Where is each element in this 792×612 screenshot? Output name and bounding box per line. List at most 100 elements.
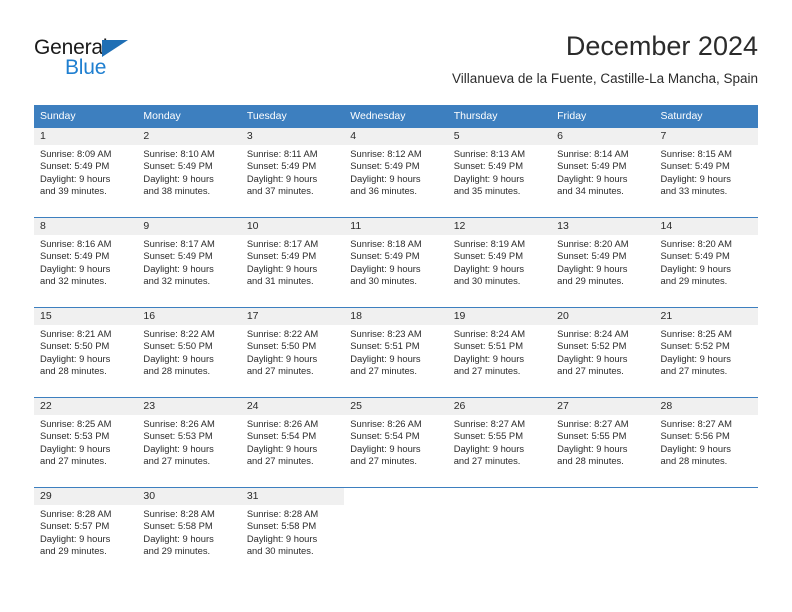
calendar-day-cell[interactable]: 24 Sunrise: 8:26 AM Sunset: 5:54 PM Dayligh…	[240, 397, 345, 488]
calendar-day-cell[interactable]: 19 Sunrise: 8:24 AM Sunset: 5:51 PM Dayligh…	[447, 307, 552, 398]
daylight-line-2: and 35 minutes.	[453, 184, 521, 196]
day-number: 17	[240, 308, 345, 325]
sunrise-time: Sunrise: 8:26 AM	[246, 418, 319, 429]
daylight-line-2: and 37 minutes.	[246, 184, 314, 196]
day-cell-inner: 28 Sunrise: 8:27 AM Sunset: 5:56 PM Dayligh…	[654, 398, 758, 487]
day-number: 14	[654, 218, 758, 235]
calendar-day-cell[interactable]: 9 Sunrise: 8:17 AM Sunset: 5:49 PM Daylight…	[137, 217, 241, 308]
calendar-day-cell[interactable]: 11 Sunrise: 8:18 AM Sunset: 5:49 PM Dayligh…	[344, 217, 448, 308]
day-info: Sunrise: 8:23 AM Sunset: 5:51 PM Daylight:…	[344, 325, 447, 377]
calendar-day-cell[interactable]: 31 Sunrise: 8:28 AM Sunset: 5:58 PM Dayligh…	[240, 487, 345, 577]
daylight-line-2: and 30 minutes.	[350, 274, 417, 286]
daylight-line-2: and 28 minutes.	[557, 454, 624, 466]
day-cell-inner: 14 Sunrise: 8:20 AM Sunset: 5:49 PM Dayligh…	[654, 218, 758, 307]
calendar-day-cell[interactable]: 10 Sunrise: 8:17 AM Sunset: 5:49 PM Dayligh…	[240, 217, 345, 308]
calendar-week-row: 1 Sunrise: 8:09 AM Sunset: 5:49 PM Daylight…	[34, 127, 758, 218]
sunset-time: Sunset: 5:55 PM	[453, 430, 523, 442]
calendar-day-cell[interactable]: 23 Sunrise: 8:26 AM Sunset: 5:53 PM Dayligh…	[137, 397, 241, 488]
general-blue-logo[interactable]: General Blue	[34, 36, 234, 86]
daylight-line-2: and 32 minutes.	[143, 274, 211, 286]
page-title: December 2024	[565, 31, 758, 61]
day-info: Sunrise: 8:21 AM Sunset: 5:50 PM Daylight:…	[34, 325, 137, 377]
calendar-day-cell	[344, 487, 448, 577]
calendar-day-cell[interactable]: 28 Sunrise: 8:27 AM Sunset: 5:56 PM Dayligh…	[654, 397, 758, 488]
sunrise-time: Sunrise: 8:17 AM	[143, 238, 215, 249]
calendar-day-cell[interactable]: 25 Sunrise: 8:26 AM Sunset: 5:54 PM Dayligh…	[344, 397, 448, 488]
calendar-day-cell[interactable]: 21 Sunrise: 8:25 AM Sunset: 5:52 PM Dayligh…	[654, 307, 758, 398]
sunset-time: Sunset: 5:49 PM	[246, 250, 317, 262]
calendar-day-cell[interactable]: 30 Sunrise: 8:28 AM Sunset: 5:58 PM Dayligh…	[137, 487, 241, 577]
calendar-day-cell[interactable]: 29 Sunrise: 8:28 AM Sunset: 5:57 PM Dayligh…	[34, 487, 138, 577]
day-info: Sunrise: 8:19 AM Sunset: 5:49 PM Daylight:…	[448, 235, 551, 287]
sunrise-time: Sunrise: 8:20 AM	[557, 238, 629, 249]
calendar-day-cell[interactable]: 1 Sunrise: 8:09 AM Sunset: 5:49 PM Daylight…	[34, 127, 138, 218]
daylight-line-1: Daylight: 9 hours	[557, 262, 628, 274]
daylight-line-2: and 27 minutes.	[350, 454, 417, 466]
day-cell-inner: 24 Sunrise: 8:26 AM Sunset: 5:54 PM Dayligh…	[240, 398, 345, 487]
calendar-day-cell[interactable]: 13 Sunrise: 8:20 AM Sunset: 5:49 PM Dayligh…	[551, 217, 655, 308]
sunset-time: Sunset: 5:56 PM	[660, 430, 730, 442]
sunrise-time: Sunrise: 8:28 AM	[40, 508, 112, 519]
daylight-line-2: and 29 minutes.	[660, 274, 728, 286]
calendar-day-cell[interactable]: 8 Sunrise: 8:16 AM Sunset: 5:49 PM Daylight…	[34, 217, 138, 308]
calendar-day-cell[interactable]: 18 Sunrise: 8:23 AM Sunset: 5:51 PM Dayligh…	[344, 307, 448, 398]
calendar-day-cell[interactable]: 26 Sunrise: 8:27 AM Sunset: 5:55 PM Dayligh…	[447, 397, 552, 488]
sunrise-time: Sunrise: 8:27 AM	[453, 418, 526, 429]
sunset-time: Sunset: 5:54 PM	[350, 430, 420, 442]
daylight-line-2: and 27 minutes.	[246, 454, 314, 466]
day-number: 21	[654, 308, 758, 325]
day-number: 13	[551, 218, 655, 235]
weekday-header-sunday: Sunday	[34, 105, 138, 128]
day-info: Sunrise: 8:27 AM Sunset: 5:56 PM Daylight:…	[655, 415, 758, 467]
calendar-day-cell[interactable]: 5 Sunrise: 8:13 AM Sunset: 5:49 PM Daylight…	[447, 127, 552, 218]
sunrise-time: Sunrise: 8:24 AM	[453, 328, 526, 339]
weekday-header-tuesday: Tuesday	[240, 105, 345, 128]
sunrise-time: Sunrise: 8:22 AM	[143, 328, 215, 339]
day-info: Sunrise: 8:28 AM Sunset: 5:58 PM Daylight:…	[241, 505, 344, 557]
calendar-day-cell[interactable]: 12 Sunrise: 8:19 AM Sunset: 5:49 PM Dayligh…	[447, 217, 552, 308]
calendar-day-cell[interactable]: 7 Sunrise: 8:15 AM Sunset: 5:49 PM Daylight…	[654, 127, 758, 218]
calendar-day-cell[interactable]: 27 Sunrise: 8:27 AM Sunset: 5:55 PM Dayligh…	[551, 397, 655, 488]
calendar-day-cell[interactable]: 16 Sunrise: 8:22 AM Sunset: 5:50 PM Dayligh…	[137, 307, 241, 398]
calendar-day-cell[interactable]: 2 Sunrise: 8:10 AM Sunset: 5:49 PM Daylight…	[137, 127, 241, 218]
calendar-day-cell[interactable]: 20 Sunrise: 8:24 AM Sunset: 5:52 PM Dayligh…	[551, 307, 655, 398]
day-cell-inner: 15 Sunrise: 8:21 AM Sunset: 5:50 PM Dayligh…	[34, 308, 138, 397]
day-info: Sunrise: 8:27 AM Sunset: 5:55 PM Daylight:…	[448, 415, 551, 467]
day-number: 4	[344, 128, 448, 145]
day-cell-inner: 12 Sunrise: 8:19 AM Sunset: 5:49 PM Dayligh…	[447, 218, 552, 307]
calendar-day-cell[interactable]: 4 Sunrise: 8:12 AM Sunset: 5:49 PM Daylight…	[344, 127, 448, 218]
calendar-day-cell	[551, 487, 655, 577]
day-cell-inner: 21 Sunrise: 8:25 AM Sunset: 5:52 PM Dayligh…	[654, 308, 758, 397]
daylight-line-2: and 27 minutes.	[246, 364, 314, 376]
day-info: Sunrise: 8:10 AM Sunset: 5:49 PM Daylight:…	[137, 145, 240, 197]
calendar-day-cell[interactable]: 22 Sunrise: 8:25 AM Sunset: 5:53 PM Dayligh…	[34, 397, 138, 488]
daylight-line-2: and 39 minutes.	[40, 184, 107, 196]
calendar-day-cell[interactable]: 6 Sunrise: 8:14 AM Sunset: 5:49 PM Daylight…	[551, 127, 655, 218]
sunrise-time: Sunrise: 8:26 AM	[143, 418, 215, 429]
daylight-line-1: Daylight: 9 hours	[40, 352, 111, 364]
daylight-line-1: Daylight: 9 hours	[453, 172, 525, 184]
weekday-header-thursday: Thursday	[447, 105, 552, 128]
day-info	[655, 505, 758, 508]
daylight-line-2: and 28 minutes.	[40, 364, 107, 376]
day-info: Sunrise: 8:12 AM Sunset: 5:49 PM Daylight:…	[344, 145, 447, 197]
day-cell-inner: 16 Sunrise: 8:22 AM Sunset: 5:50 PM Dayligh…	[137, 308, 241, 397]
day-info: Sunrise: 8:14 AM Sunset: 5:49 PM Daylight:…	[551, 145, 654, 197]
calendar-day-cell[interactable]: 17 Sunrise: 8:22 AM Sunset: 5:50 PM Dayligh…	[240, 307, 345, 398]
sunset-time: Sunset: 5:58 PM	[143, 520, 213, 532]
calendar-day-cell[interactable]: 15 Sunrise: 8:21 AM Sunset: 5:50 PM Dayligh…	[34, 307, 138, 398]
daylight-line-1: Daylight: 9 hours	[40, 442, 111, 454]
calendar-day-cell[interactable]: 3 Sunrise: 8:11 AM Sunset: 5:49 PM Daylight…	[240, 127, 345, 218]
day-info: Sunrise: 8:28 AM Sunset: 5:57 PM Daylight:…	[34, 505, 137, 557]
sunset-time: Sunset: 5:51 PM	[453, 340, 523, 352]
page-header: General Blue December 2024 Villanueva de…	[0, 0, 792, 104]
day-number: 2	[137, 128, 241, 145]
day-cell-inner: 13 Sunrise: 8:20 AM Sunset: 5:49 PM Dayligh…	[551, 218, 655, 307]
day-info	[551, 505, 654, 508]
calendar-body: 1 Sunrise: 8:09 AM Sunset: 5:49 PM Daylight…	[34, 127, 758, 577]
sunset-time: Sunset: 5:57 PM	[40, 520, 110, 532]
sunrise-time: Sunrise: 8:24 AM	[557, 328, 629, 339]
sunrise-time: Sunrise: 8:18 AM	[350, 238, 422, 249]
calendar-day-cell[interactable]: 14 Sunrise: 8:20 AM Sunset: 5:49 PM Dayligh…	[654, 217, 758, 308]
daylight-line-2: and 33 minutes.	[660, 184, 728, 196]
